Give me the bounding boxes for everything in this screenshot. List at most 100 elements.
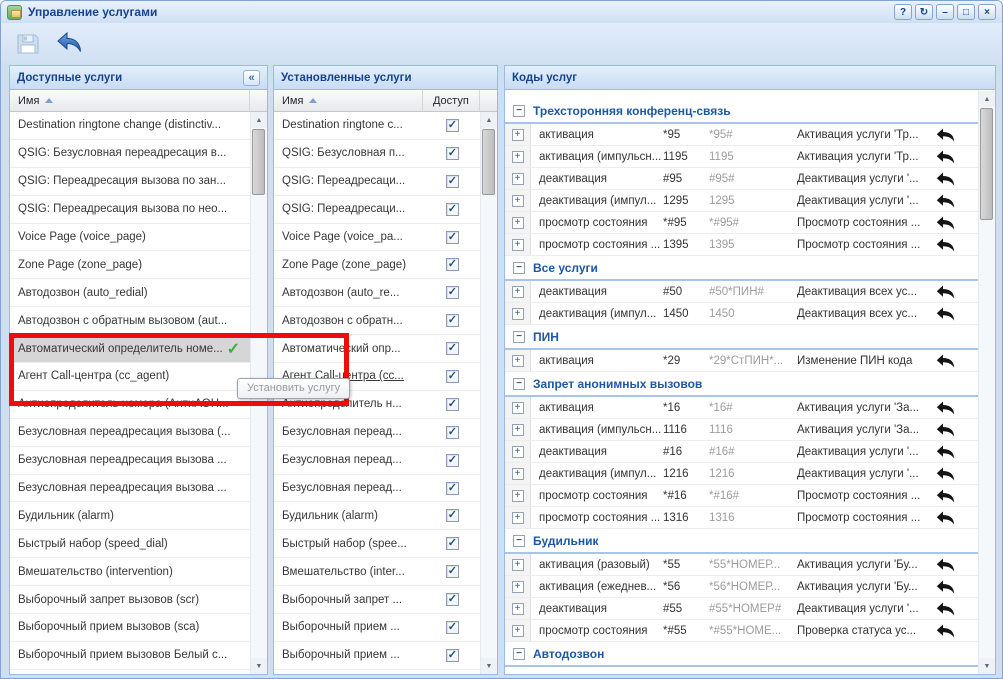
access-checkbox[interactable]	[446, 454, 459, 467]
revert-arrow-icon[interactable]	[936, 489, 955, 503]
column-name[interactable]: Имя	[274, 90, 423, 111]
service-code-row[interactable]: просмотр состояния *#95 *#95# Просмотр с…	[505, 212, 978, 234]
service-code-row[interactable]: деактивация #95 #95# Деактивация услуги …	[505, 168, 978, 190]
scroll-up-icon[interactable]	[979, 91, 995, 107]
revert-arrow-icon[interactable]	[936, 285, 955, 299]
collapse-group-icon[interactable]	[513, 262, 525, 274]
undo-button[interactable]	[55, 29, 85, 59]
window-titlebar[interactable]: Управление услугами ? ↻ – □ ×	[1, 1, 1002, 23]
revert-arrow-icon[interactable]	[936, 150, 955, 164]
expand-row-icon[interactable]	[512, 603, 524, 615]
access-checkbox[interactable]	[446, 258, 459, 271]
expand-row-icon[interactable]	[512, 308, 524, 320]
group-header[interactable]: Автодозвон	[505, 642, 978, 667]
service-code-row[interactable]: активация (ежеднев... *56 *56*НОМЕР... А…	[505, 576, 978, 598]
column-name[interactable]: Имя	[10, 90, 250, 111]
close-button[interactable]: ×	[978, 4, 996, 20]
service-code-row[interactable]: активация (импульсн... 1195 1195 Активац…	[505, 146, 978, 168]
collapse-group-icon[interactable]	[513, 648, 525, 660]
collapse-group-icon[interactable]	[513, 331, 525, 343]
service-code-row[interactable]: активация *29 *29*СтПИН*... Изменение ПИ…	[505, 350, 978, 372]
column-access[interactable]: Доступ	[423, 90, 481, 111]
access-checkbox[interactable]	[446, 370, 459, 383]
access-checkbox[interactable]	[446, 593, 459, 606]
access-checkbox[interactable]	[446, 565, 459, 578]
access-checkbox[interactable]	[446, 314, 459, 327]
service-code-row[interactable]: активация (разовый) *55 *55*НОМЕР... Акт…	[505, 554, 978, 576]
scroll-thumb[interactable]	[252, 129, 265, 195]
access-checkbox[interactable]	[446, 286, 459, 299]
revert-arrow-icon[interactable]	[936, 128, 955, 142]
installed-service-row[interactable]: Вмешательство (inter...	[274, 558, 480, 586]
expand-row-icon[interactable]	[512, 129, 524, 141]
available-service-row[interactable]: Безусловная переадресация вызова (...	[10, 419, 250, 447]
access-checkbox[interactable]	[446, 231, 459, 244]
installed-service-row[interactable]: Voice Page (voice_pa...	[274, 224, 480, 252]
installed-service-row[interactable]: Выборочный прием	[274, 670, 480, 674]
service-code-row[interactable]: деактивация (импул... 1450 1450 Деактива…	[505, 303, 978, 325]
maximize-button[interactable]: □	[957, 4, 975, 20]
scroll-thumb[interactable]	[482, 129, 495, 195]
installed-service-row[interactable]: Безусловная переад...	[274, 475, 480, 503]
installed-service-row[interactable]: QSIG: Безусловная п...	[274, 140, 480, 168]
installed-service-row[interactable]: QSIG: Переадресаци...	[274, 168, 480, 196]
revert-arrow-icon[interactable]	[936, 307, 955, 321]
access-checkbox[interactable]	[446, 342, 459, 355]
service-code-row[interactable]: деактивация #55 #55*НОМЕР# Деактивация у…	[505, 598, 978, 620]
expand-row-icon[interactable]	[512, 468, 524, 480]
expand-row-icon[interactable]	[512, 239, 524, 251]
service-code-row[interactable]: деактивация #50 #50*ПИН# Деактивация все…	[505, 281, 978, 303]
revert-arrow-icon[interactable]	[936, 624, 955, 638]
service-code-row[interactable]: активация *16 *16# Активация услуги 'За.…	[505, 397, 978, 419]
access-checkbox[interactable]	[446, 175, 459, 188]
group-header[interactable]: ПИН	[505, 325, 978, 350]
scroll-down-icon[interactable]	[251, 658, 267, 674]
group-header[interactable]: Все услуги	[505, 256, 978, 281]
revert-arrow-icon[interactable]	[936, 194, 955, 208]
expand-row-icon[interactable]	[512, 512, 524, 524]
available-service-row[interactable]: Безусловная переадресация вызова ...	[10, 475, 250, 503]
collapse-group-icon[interactable]	[513, 535, 525, 547]
installed-service-row[interactable]: Destination ringtone c...	[274, 112, 480, 140]
expand-row-icon[interactable]	[512, 402, 524, 414]
scroll-down-icon[interactable]	[979, 658, 995, 674]
revert-arrow-icon[interactable]	[936, 423, 955, 437]
expand-row-icon[interactable]	[512, 173, 524, 185]
installed-scrollbar[interactable]	[480, 112, 497, 674]
collapse-panel-button[interactable]	[243, 70, 260, 86]
available-service-row[interactable]: Выборочный запрет вызовов (scr)	[10, 586, 250, 614]
revert-arrow-icon[interactable]	[936, 467, 955, 481]
expand-row-icon[interactable]	[512, 195, 524, 207]
revert-arrow-icon[interactable]	[936, 580, 955, 594]
service-code-row[interactable]: просмотр состояния ... 1316 1316 Просмот…	[505, 507, 978, 529]
service-code-row[interactable]: деактивация (импул... 1216 1216 Деактива…	[505, 463, 978, 485]
installed-service-row[interactable]: Выборочный прием ...	[274, 614, 480, 642]
available-service-row[interactable]: Выборочный прием вызовов Черный...	[10, 670, 250, 674]
revert-arrow-icon[interactable]	[936, 401, 955, 415]
available-service-row[interactable]: Быстрый набор (speed_dial)	[10, 530, 250, 558]
available-service-row[interactable]: Zone Page (zone_page)	[10, 251, 250, 279]
expand-row-icon[interactable]	[512, 625, 524, 637]
expand-row-icon[interactable]	[512, 151, 524, 163]
available-service-row[interactable]: Безусловная переадресация вызова ...	[10, 447, 250, 475]
available-service-row[interactable]: QSIG: Безусловная переадресация в...	[10, 140, 250, 168]
available-service-row[interactable]: Будильник (alarm)	[10, 502, 250, 530]
revert-arrow-icon[interactable]	[936, 445, 955, 459]
available-service-row[interactable]: QSIG: Переадресация вызова по зан...	[10, 168, 250, 196]
access-checkbox[interactable]	[446, 426, 459, 439]
installed-service-row[interactable]: QSIG: Переадресаци...	[274, 196, 480, 224]
installed-service-row[interactable]: Выборочный запрет ...	[274, 586, 480, 614]
available-service-row[interactable]: Автодозвон (auto_redial)	[10, 279, 250, 307]
installed-service-row[interactable]: Автодозвон (auto_re...	[274, 279, 480, 307]
collapse-group-icon[interactable]	[513, 378, 525, 390]
access-checkbox[interactable]	[446, 203, 459, 216]
installed-service-row[interactable]: Безусловная переад...	[274, 447, 480, 475]
available-service-row[interactable]: Voice Page (voice_page)	[10, 224, 250, 252]
expand-row-icon[interactable]	[512, 581, 524, 593]
service-code-row[interactable]: деактивация #16 #16# Деактивация услуги …	[505, 441, 978, 463]
scroll-down-icon[interactable]	[481, 658, 497, 674]
available-service-row[interactable]: Автодозвон с обратным вызовом (aut...	[10, 307, 250, 335]
access-checkbox[interactable]	[446, 147, 459, 160]
codes-scrollbar[interactable]	[978, 91, 995, 674]
group-header[interactable]: Запрет анонимных вызовов	[505, 372, 978, 397]
